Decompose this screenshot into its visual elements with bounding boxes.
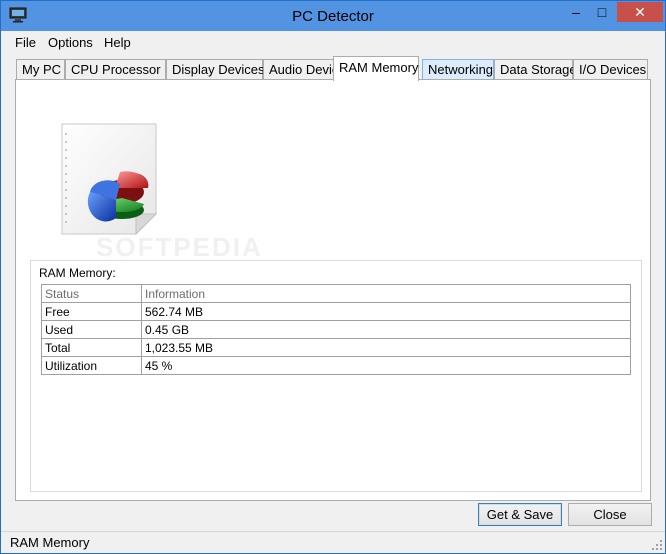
table-row[interactable]: Free 562.74 MB: [41, 302, 631, 321]
table-row[interactable]: Utilization 45 %: [41, 356, 631, 375]
table-row[interactable]: Total 1,023.55 MB: [41, 338, 631, 357]
column-header-status[interactable]: Status: [41, 284, 142, 303]
maximize-button[interactable]: □: [589, 2, 615, 22]
status-bar: RAM Memory: [1, 531, 665, 553]
table-row[interactable]: Used 0.45 GB: [41, 320, 631, 339]
pie-chart-document-icon: [61, 123, 158, 236]
column-header-information[interactable]: Information: [141, 284, 631, 303]
close-button[interactable]: Close: [568, 503, 652, 526]
tab-networking[interactable]: Networking: [422, 59, 494, 80]
resize-grip-icon[interactable]: [651, 539, 663, 551]
tab-my-pc[interactable]: My PC: [16, 59, 65, 80]
cell-status: Utilization: [41, 356, 142, 375]
ram-info-table: Status Information Free 562.74 MB Used 0…: [41, 284, 631, 375]
ram-memory-panel: SOFTPEDIA RAM Memory: Status Information…: [15, 79, 651, 501]
table-header-row: Status Information: [41, 284, 631, 303]
cell-information: 1,023.55 MB: [141, 338, 631, 357]
cell-status: Used: [41, 320, 142, 339]
cell-status: Total: [41, 338, 142, 357]
title-bar[interactable]: PC Detector – □ ✕: [1, 1, 665, 31]
menu-help[interactable]: Help: [104, 35, 131, 50]
cell-status: Free: [41, 302, 142, 321]
close-window-button[interactable]: ✕: [617, 2, 663, 22]
app-window: PC Detector – □ ✕ File Options Help My P…: [0, 0, 666, 554]
tab-data-storage[interactable]: Data Storage: [494, 59, 577, 80]
tab-cpu-processor[interactable]: CPU Processor: [65, 59, 166, 80]
tab-ram-memory[interactable]: RAM Memory: [333, 56, 419, 81]
tab-io-devices[interactable]: I/O Devices: [573, 59, 648, 80]
cell-information: 562.74 MB: [141, 302, 631, 321]
status-text: RAM Memory: [10, 535, 90, 550]
tab-display-devices[interactable]: Display Devices: [166, 59, 264, 80]
cell-information: 45 %: [141, 356, 631, 375]
ram-group-label: RAM Memory:: [39, 266, 116, 280]
menu-bar: File Options Help: [1, 31, 665, 53]
get-save-button[interactable]: Get & Save: [478, 503, 562, 526]
minimize-button[interactable]: –: [563, 2, 589, 22]
cell-information: 0.45 GB: [141, 320, 631, 339]
watermark-text: SOFTPEDIA: [96, 232, 263, 262]
menu-options[interactable]: Options: [48, 35, 93, 50]
ram-memory-group: RAM Memory: Status Information Free 562.…: [30, 260, 642, 492]
menu-file[interactable]: File: [15, 35, 36, 50]
